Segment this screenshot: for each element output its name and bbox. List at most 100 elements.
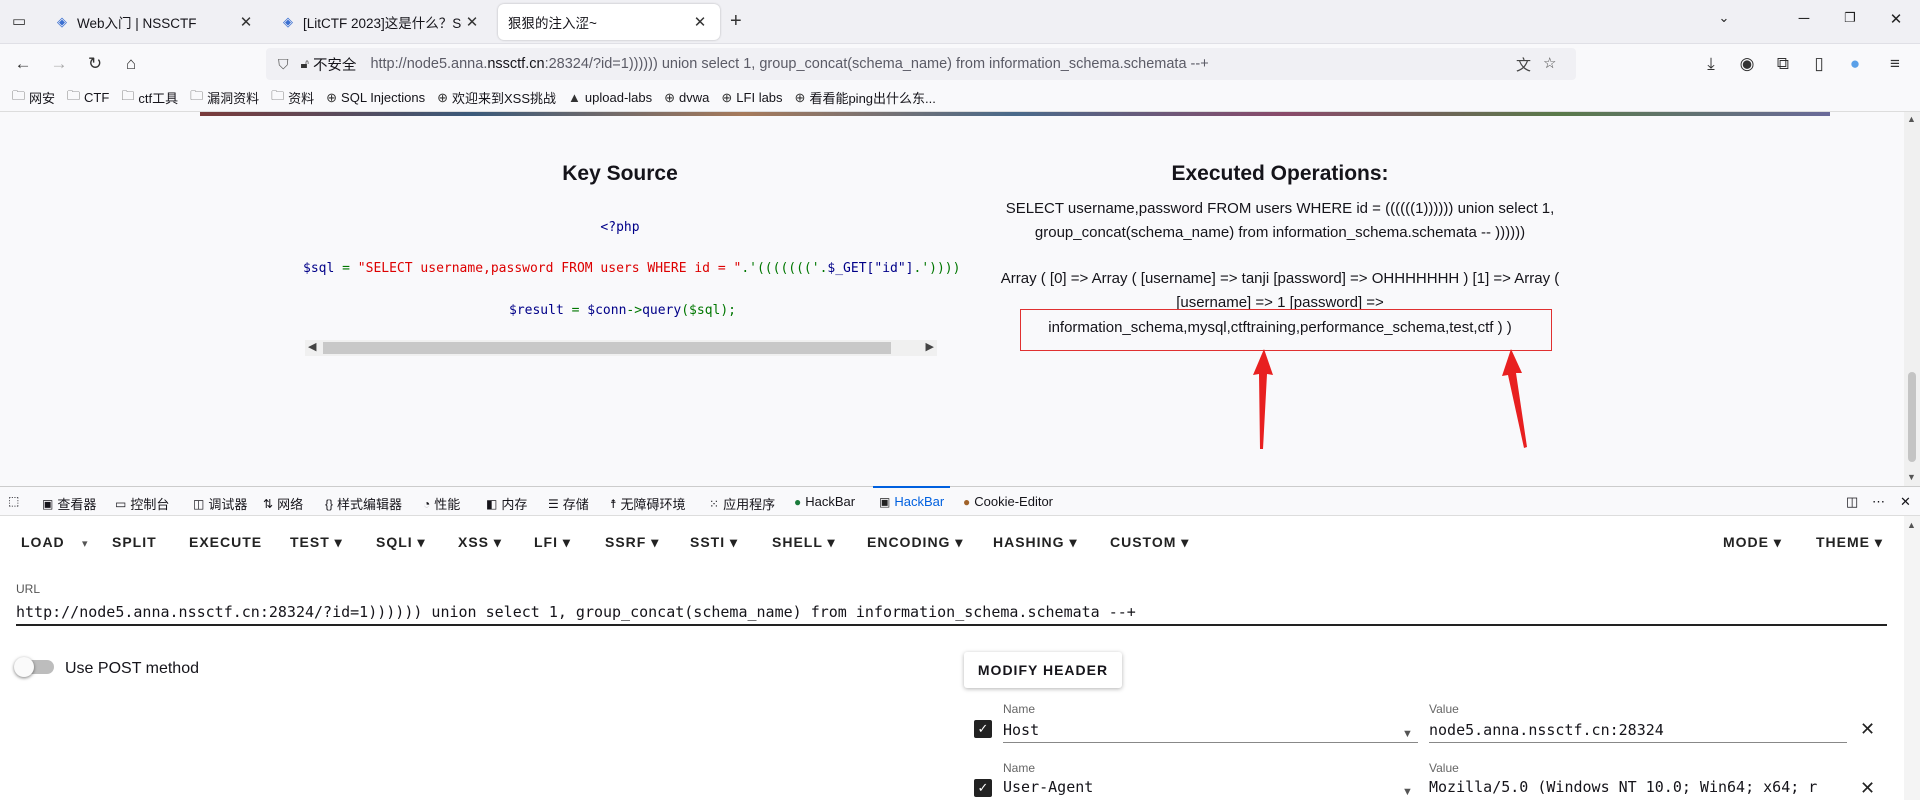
scroll-up-icon[interactable]: ▲ [1907, 520, 1916, 530]
page-content: Key Source <?php $sql = "SELECT username… [0, 112, 1904, 486]
tab-injection[interactable]: 狠狠的注入涩~ ✕ [498, 4, 720, 40]
devtools-tab-accessibility[interactable]: ☨ 无障碍环境 [610, 494, 686, 513]
menu-icon[interactable]: ≡ [1884, 54, 1906, 74]
devtools-toolbar: ⬚ ▣ 查看器 ▭ 控制台 ◫ 调试器 ⇅ 网络 {} 样式编辑器 ◔ 性能 ◧ 内存 ☰ 存储… [0, 486, 1920, 516]
extensions-icon[interactable]: ⧉ [1772, 54, 1794, 74]
scroll-left-icon[interactable]: ◀ [308, 340, 316, 353]
modify-header-button[interactable]: MODIFY HEADER [964, 652, 1122, 688]
scroll-up-icon[interactable]: ▲ [1907, 114, 1916, 124]
devtools-close-icon[interactable]: ✕ [1900, 494, 1911, 510]
theme-menu[interactable]: THEME ▾ [1816, 534, 1883, 551]
more-options-icon[interactable]: ⋯ [1872, 494, 1885, 510]
devtools-tab-cookie-editor[interactable]: ● Cookie-Editor [963, 494, 1053, 509]
bookmark-folder[interactable]: 🗀 CTF [67, 87, 109, 109]
devtools-tab-memory[interactable]: ◧ 内存 [486, 494, 527, 513]
ssti-menu[interactable]: SSTI ▾ [690, 534, 738, 551]
home-icon[interactable]: ⌂ [120, 54, 142, 74]
sidebar-icon[interactable]: ▯ [1808, 54, 1830, 74]
url-input[interactable]: http://node5.anna.nssctf.cn:28324/?id=1)… [16, 600, 1887, 626]
header-name-select[interactable]: User-Agent [1003, 774, 1418, 800]
test-menu[interactable]: TEST ▾ [290, 534, 343, 551]
bookmark-folder[interactable]: 🗀 网安 [12, 87, 55, 109]
element-picker-icon[interactable]: ⬚ [8, 494, 23, 508]
window-close-icon[interactable]: ✕ [1884, 10, 1908, 28]
bookmark-folder[interactable]: 🗀 漏洞资料 [190, 87, 259, 109]
devtools-tab-storage[interactable]: ☰ 存储 [548, 494, 589, 513]
chevron-down-icon[interactable]: ▼ [1402, 728, 1413, 740]
tab-web-intro[interactable]: ◈ Web入门 | NSSCTF ✕ [44, 4, 266, 40]
dock-icon[interactable]: ◫ [1846, 494, 1858, 510]
tab-list-icon[interactable]: ▭ [12, 12, 26, 30]
header-value-input[interactable]: node5.anna.nssctf.cn:28324 [1429, 717, 1847, 743]
scroll-down-icon[interactable]: ▼ [1907, 472, 1916, 482]
devtools-tab-hackbar[interactable]: ● HackBar [794, 494, 855, 509]
scrollbar-thumb[interactable] [323, 342, 891, 354]
minimize-icon[interactable]: ─ [1792, 10, 1816, 27]
bookmark-star-icon[interactable]: ☆ [1543, 54, 1556, 72]
devtools-tab-debugger[interactable]: ◫ 调试器 [193, 494, 247, 513]
url-text[interactable]: http://node5.anna.nssctf.cn:28324/?id=1)… [370, 56, 1208, 72]
bookmark-link[interactable]: ⊕ SQL Injections [326, 90, 425, 106]
devtools-tab-style-editor[interactable]: {} 样式编辑器 [325, 494, 402, 513]
address-bar[interactable]: ⛉ 🔓︎ 不安全 http://node5.anna.nssctf.cn:283… [266, 48, 1576, 80]
bookmark-link[interactable]: ⊕ 看看能ping出什么东... [795, 88, 936, 107]
code-horizontal-scrollbar[interactable]: ◀ ▶ [305, 340, 937, 356]
chevron-down-icon[interactable]: ⌄ [1712, 10, 1736, 26]
bookmark-folder[interactable]: 🗀 ctf工具 [121, 87, 178, 109]
page-vertical-scrollbar[interactable]: ▲ ▼ [1904, 112, 1920, 486]
bookmark-folder[interactable]: 🗀 资料 [271, 87, 314, 109]
bookmark-link[interactable]: ⊕ 欢迎来到XSS挑战 [437, 88, 556, 107]
load-button[interactable]: LOAD [21, 534, 65, 550]
scroll-right-icon[interactable]: ▶ [926, 340, 934, 353]
bookmark-link[interactable]: ⊕ dvwa [664, 90, 709, 106]
hashing-menu[interactable]: HASHING ▾ [993, 534, 1077, 551]
red-arrow [1502, 349, 1527, 448]
profile-icon[interactable]: ● [1844, 54, 1866, 74]
shell-menu[interactable]: SHELL ▾ [772, 534, 836, 551]
xss-menu[interactable]: XSS ▾ [458, 534, 502, 551]
lfi-menu[interactable]: LFI ▾ [534, 534, 571, 551]
devtools-tab-performance[interactable]: ◔ 性能 [423, 494, 460, 513]
split-button[interactable]: SPLIT [112, 534, 157, 550]
delete-header-icon[interactable]: ✕ [1860, 719, 1875, 740]
translate-icon[interactable]: 文 [1516, 54, 1531, 75]
devtools-tab-inspector[interactable]: ▣ 查看器 [42, 494, 96, 513]
devtools-tab-network[interactable]: ⇅ 网络 [263, 494, 303, 513]
encoding-menu[interactable]: ENCODING ▾ [867, 534, 963, 551]
restore-icon[interactable]: ❐ [1838, 10, 1862, 26]
sqli-menu[interactable]: SQLI ▾ [376, 534, 426, 551]
header-value-input[interactable]: Mozilla/5.0 (Windows NT 10.0; Win64; x64… [1429, 774, 1847, 800]
toggle-knob[interactable] [14, 657, 34, 677]
hackbar-scrollbar[interactable]: ▲ [1904, 516, 1920, 800]
forward-icon[interactable]: → [48, 54, 70, 74]
close-icon[interactable]: ✕ [690, 13, 710, 31]
mode-menu[interactable]: MODE ▾ [1723, 534, 1782, 551]
download-icon[interactable]: ⤓ [1700, 54, 1722, 74]
devtools-tab-application[interactable]: ⁙ 应用程序 [709, 494, 775, 513]
custom-menu[interactable]: CUSTOM ▾ [1110, 534, 1189, 551]
ssrf-menu[interactable]: SSRF ▾ [605, 534, 659, 551]
delete-header-icon[interactable]: ✕ [1860, 778, 1875, 799]
close-icon[interactable]: ✕ [236, 13, 256, 31]
devtools-tab-console[interactable]: ▭ 控制台 [115, 494, 169, 513]
scrollbar-thumb[interactable] [1908, 372, 1916, 462]
tab-litctf[interactable]: ◈ [LitCTF 2023]这是什么？SQL ! ✕ [270, 4, 492, 40]
header-enabled-checkbox[interactable]: ✓ [974, 720, 992, 738]
chevron-down-icon[interactable]: ▼ [1402, 786, 1413, 798]
back-icon[interactable]: ← [12, 54, 34, 74]
devtools-tab-hackbar-active[interactable]: ▣ HackBar [872, 486, 951, 509]
load-dropdown-icon[interactable]: ▾ [82, 537, 88, 550]
shield-icon[interactable]: ⛉ [278, 56, 289, 73]
post-method-toggle[interactable] [14, 657, 54, 677]
bookmark-link[interactable]: ▲ upload-labs [568, 90, 652, 105]
execute-button[interactable]: EXECUTE [189, 534, 262, 550]
new-tab-icon[interactable]: + [730, 10, 742, 33]
bookmark-link[interactable]: ⊕ LFI labs [721, 90, 782, 106]
header-enabled-checkbox[interactable]: ✓ [974, 779, 992, 797]
close-icon[interactable]: ✕ [462, 13, 482, 31]
insecure-lock-icon[interactable]: 🔓︎ [301, 56, 309, 72]
reload-icon[interactable]: ↻ [84, 54, 106, 74]
account-icon[interactable]: ◉ [1736, 54, 1758, 74]
tab-title: 狠狠的注入涩~ [508, 16, 597, 31]
header-name-select[interactable]: Host [1003, 717, 1418, 743]
